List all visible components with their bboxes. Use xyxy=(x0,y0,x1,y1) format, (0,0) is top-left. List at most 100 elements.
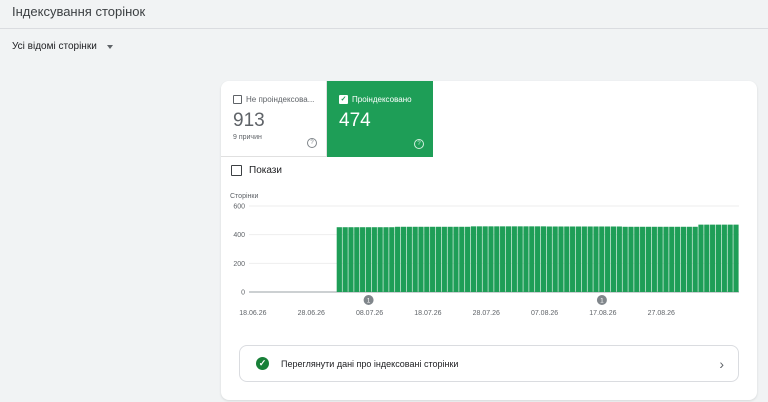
bar xyxy=(721,224,727,292)
bar xyxy=(389,227,395,292)
bar xyxy=(342,227,348,292)
bar xyxy=(657,226,663,292)
bar xyxy=(511,226,517,292)
bar xyxy=(406,226,412,292)
y-axis-label: Сторінки xyxy=(230,192,258,200)
indexed-label: Проіндексовано xyxy=(352,95,412,104)
not-indexed-tile[interactable]: Не проіндексова... 913 9 причин ? xyxy=(221,81,327,157)
bar xyxy=(645,226,652,292)
bar xyxy=(692,226,698,292)
bar xyxy=(476,226,482,292)
impressions-label: Покази xyxy=(249,165,282,176)
bar xyxy=(360,227,366,292)
y-tick-label: 400 xyxy=(233,232,245,239)
bar xyxy=(710,224,716,292)
bar xyxy=(470,226,477,292)
x-tick-label: 17.08.26 xyxy=(589,310,616,317)
help-icon[interactable]: ? xyxy=(414,139,424,149)
bar xyxy=(698,224,704,292)
bar xyxy=(465,226,471,292)
bar xyxy=(365,227,372,292)
bar xyxy=(546,226,552,292)
bar xyxy=(640,226,646,292)
not-indexed-label: Не проіндексова... xyxy=(246,95,315,104)
x-tick-label: 18.07.26 xyxy=(414,310,441,317)
bar xyxy=(669,226,675,292)
x-tick-label: 28.06.26 xyxy=(298,310,325,317)
bar xyxy=(418,226,424,292)
bar xyxy=(570,226,576,292)
y-tick-label: 600 xyxy=(233,204,245,211)
x-tick-label: 08.07.26 xyxy=(356,310,383,317)
bar xyxy=(336,227,342,292)
help-icon[interactable]: ? xyxy=(307,138,317,148)
bar xyxy=(651,226,657,292)
bar xyxy=(564,226,570,292)
indexed-pages-chart: Сторінки 0 200 400 600 18.06.26 28.06.26 08.07.… xyxy=(230,192,739,317)
bar xyxy=(628,226,634,292)
indexed-tile[interactable]: ✓ Проіндексовано 474 ? xyxy=(327,81,433,157)
bar xyxy=(435,226,442,292)
bar xyxy=(552,226,558,292)
bar xyxy=(494,226,500,292)
bar xyxy=(383,227,389,292)
bar xyxy=(540,226,547,292)
bar xyxy=(634,226,640,292)
bar xyxy=(377,227,383,292)
impressions-toggle[interactable]: Покази xyxy=(231,165,282,176)
bar xyxy=(400,226,407,292)
bar xyxy=(430,226,436,292)
bar xyxy=(663,226,669,292)
bar xyxy=(371,227,377,292)
bar xyxy=(447,226,453,292)
check-circle-icon: ✓ xyxy=(256,357,269,370)
annotation-label: 1 xyxy=(367,298,371,305)
bar xyxy=(675,226,681,292)
indexed-checkbox[interactable]: ✓ xyxy=(339,95,348,104)
bar xyxy=(412,226,418,292)
bar xyxy=(354,227,360,292)
bar xyxy=(441,226,447,292)
bar xyxy=(575,226,582,292)
bar xyxy=(593,226,599,292)
view-indexed-pages-label: Переглянути дані про індексовані сторінк… xyxy=(281,358,459,369)
not-indexed-count: 913 xyxy=(233,110,265,131)
bar xyxy=(424,226,430,292)
bar xyxy=(459,226,465,292)
filter-label: Усі відомі сторінки xyxy=(12,41,97,52)
not-indexed-checkbox[interactable] xyxy=(233,95,242,104)
bar xyxy=(395,226,401,292)
bar xyxy=(517,226,523,292)
bar xyxy=(348,227,354,292)
pages-filter-dropdown[interactable]: Усі відомі сторінки xyxy=(12,41,113,52)
bar xyxy=(453,226,459,292)
y-tick-label: 0 xyxy=(241,290,245,297)
indexing-card: Не проіндексова... 913 9 причин ? ✓ Проі… xyxy=(221,81,757,400)
bar xyxy=(488,226,494,292)
y-tick-label: 200 xyxy=(233,261,245,268)
bar xyxy=(680,226,687,292)
bar xyxy=(616,226,622,292)
chevron-right-icon: › xyxy=(719,355,724,372)
bar xyxy=(704,224,710,292)
caret-down-icon xyxy=(106,44,113,49)
x-tick-label: 27.08.26 xyxy=(648,310,675,317)
bar xyxy=(727,224,733,292)
bar xyxy=(686,226,692,292)
bar xyxy=(733,224,739,292)
bar xyxy=(558,226,564,292)
bar xyxy=(505,226,512,292)
bar xyxy=(605,226,611,292)
bar xyxy=(529,226,535,292)
bar xyxy=(523,226,529,292)
page-title: Індексування сторінок xyxy=(12,4,146,19)
indexed-count: 474 xyxy=(339,110,371,131)
bar xyxy=(610,226,617,292)
view-indexed-pages-link[interactable]: ✓ Переглянути дані про індексовані сторі… xyxy=(239,345,739,382)
impressions-checkbox[interactable] xyxy=(231,165,242,176)
bar xyxy=(715,224,722,292)
title-divider xyxy=(0,28,768,29)
bar xyxy=(581,226,587,292)
bar xyxy=(482,226,488,292)
annotation-label: 1 xyxy=(600,298,604,305)
